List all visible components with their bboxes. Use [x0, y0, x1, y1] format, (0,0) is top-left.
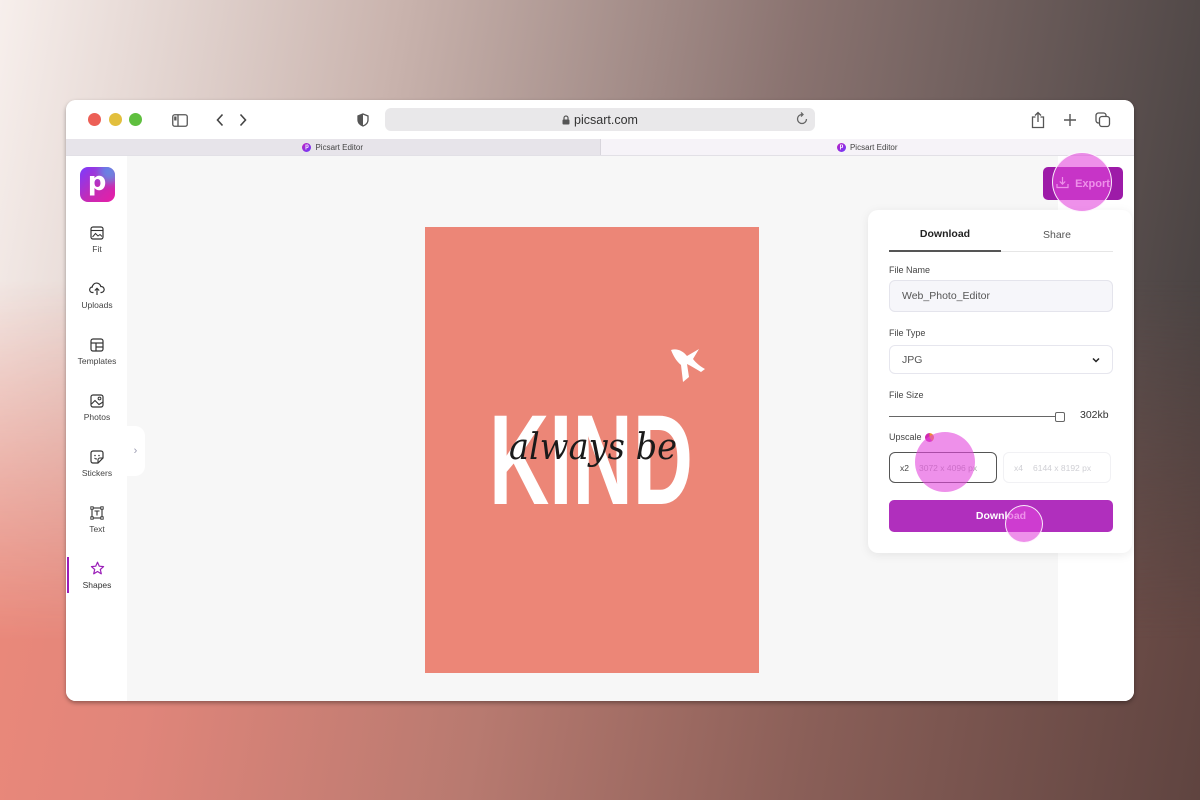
maximize-window-button[interactable]	[129, 113, 142, 126]
file-name-input[interactable]: Web_Photo_Editor	[889, 280, 1113, 312]
download-icon	[1056, 176, 1069, 192]
export-panel: Download Share File Name Web_Photo_Edito…	[868, 210, 1132, 553]
tabs-icon[interactable]	[1095, 110, 1111, 130]
share-icon[interactable]	[1031, 110, 1045, 130]
chevron-down-icon	[1092, 354, 1100, 366]
file-type-value: JPG	[902, 353, 923, 366]
sidebar-collapse-handle[interactable]: ›	[126, 426, 145, 476]
shield-icon[interactable]	[357, 110, 369, 130]
export-tabs: Download Share	[889, 218, 1113, 252]
design-canvas[interactable]: KIND always be	[425, 227, 759, 673]
sidebar-item-label: Templates	[77, 355, 117, 366]
sidebar-item-stickers[interactable]: Stickers	[69, 435, 125, 491]
bird-icon	[671, 349, 705, 382]
templates-icon	[90, 337, 104, 353]
picsart-favicon-icon: p	[836, 142, 846, 152]
browser-toolbar: picsart.com	[66, 100, 1134, 139]
photos-icon	[90, 393, 104, 409]
tab-download[interactable]: Download	[889, 218, 1001, 252]
tab-bar: p Picsart Editor p Picsart Editor	[66, 139, 1134, 156]
address-bar[interactable]: picsart.com	[385, 108, 815, 131]
sidebar-item-label: Stickers	[81, 467, 113, 478]
browser-tab-active[interactable]: p Picsart Editor	[599, 139, 1134, 155]
chevron-left-icon[interactable]	[215, 110, 225, 130]
fit-icon	[90, 225, 104, 241]
upscale-factor: x2	[900, 462, 909, 473]
chevron-right-icon[interactable]	[238, 110, 248, 130]
file-size-value: 302kb	[1080, 409, 1109, 421]
file-name-label: File Name	[889, 265, 931, 275]
sidebar-item-label: Uploads	[81, 299, 113, 310]
text-icon	[90, 505, 104, 521]
browser-tab[interactable]: p Picsart Editor	[66, 139, 600, 155]
upscale-label: Upscale	[889, 432, 922, 442]
plus-icon[interactable]	[1063, 110, 1077, 130]
file-type-label: File Type	[889, 328, 926, 338]
export-label: Export	[1075, 177, 1110, 190]
logo-container: p	[69, 159, 125, 209]
file-type-select[interactable]: JPG	[889, 345, 1113, 374]
sidebar-item-templates[interactable]: Templates	[69, 323, 125, 379]
sidebar-item-uploads[interactable]: Uploads	[69, 267, 125, 323]
file-name-value: Web_Photo_Editor	[902, 290, 990, 302]
picsart-logo[interactable]: p	[79, 166, 115, 202]
sidebar-icon[interactable]	[172, 110, 188, 130]
url-text: picsart.com	[574, 112, 638, 127]
upscale-option-x4[interactable]: x4 6144 x 8192 px	[1003, 452, 1111, 483]
stickers-icon	[90, 449, 104, 465]
script-text: always be	[509, 427, 677, 468]
sidebar-item-photos[interactable]: Photos	[69, 379, 125, 435]
sidebar-item-label: Fit	[92, 243, 102, 254]
upscale-label-row: Upscale	[889, 432, 934, 443]
tab-title: Picsart Editor	[849, 142, 898, 152]
canvas-artwork: KIND always be	[489, 349, 705, 532]
sidebar-item-label: Text	[89, 523, 105, 534]
premium-icon	[924, 433, 934, 443]
upscale-dimensions: 3072 x 4096 px	[918, 462, 978, 473]
chevron-right-icon: ›	[133, 445, 138, 457]
sidebar-item-label: Shapes	[82, 579, 112, 590]
download-button[interactable]: Download	[889, 500, 1113, 532]
tab-share[interactable]: Share	[1001, 218, 1113, 251]
editor-app: p Fit Uploads Templates Photos Stickers …	[66, 156, 1134, 701]
lock-icon	[562, 114, 570, 125]
upscale-factor: x4	[1014, 462, 1023, 473]
slider-thumb[interactable]	[1055, 412, 1065, 422]
tab-title: Picsart Editor	[315, 142, 364, 152]
slider-track	[889, 416, 1065, 417]
download-label: Download	[975, 510, 1027, 522]
sidebar-nav: Fit Uploads Templates Photos Stickers Te…	[67, 211, 125, 603]
star-icon	[90, 561, 105, 577]
picsart-favicon-icon: p	[302, 142, 312, 152]
file-size-slider[interactable]	[889, 410, 1065, 424]
left-sidebar: p Fit Uploads Templates Photos Stickers …	[66, 156, 127, 701]
sidebar-item-label: Photos	[83, 411, 111, 422]
reload-icon[interactable]	[795, 111, 809, 129]
minimize-window-button[interactable]	[109, 113, 122, 126]
close-window-button[interactable]	[88, 113, 101, 126]
browser-window: picsart.com p Picsart Editor p Picsart E…	[66, 100, 1134, 701]
export-button[interactable]: Export	[1043, 167, 1123, 200]
upscale-option-x2[interactable]: x2 3072 x 4096 px	[889, 452, 997, 483]
sidebar-item-text[interactable]: Text	[69, 491, 125, 547]
upscale-dimensions: 6144 x 8192 px	[1032, 462, 1092, 473]
file-size-label: File Size	[889, 390, 924, 400]
upload-icon	[89, 281, 105, 297]
sidebar-item-fit[interactable]: Fit	[69, 211, 125, 267]
sidebar-item-shapes[interactable]: Shapes	[67, 547, 125, 603]
